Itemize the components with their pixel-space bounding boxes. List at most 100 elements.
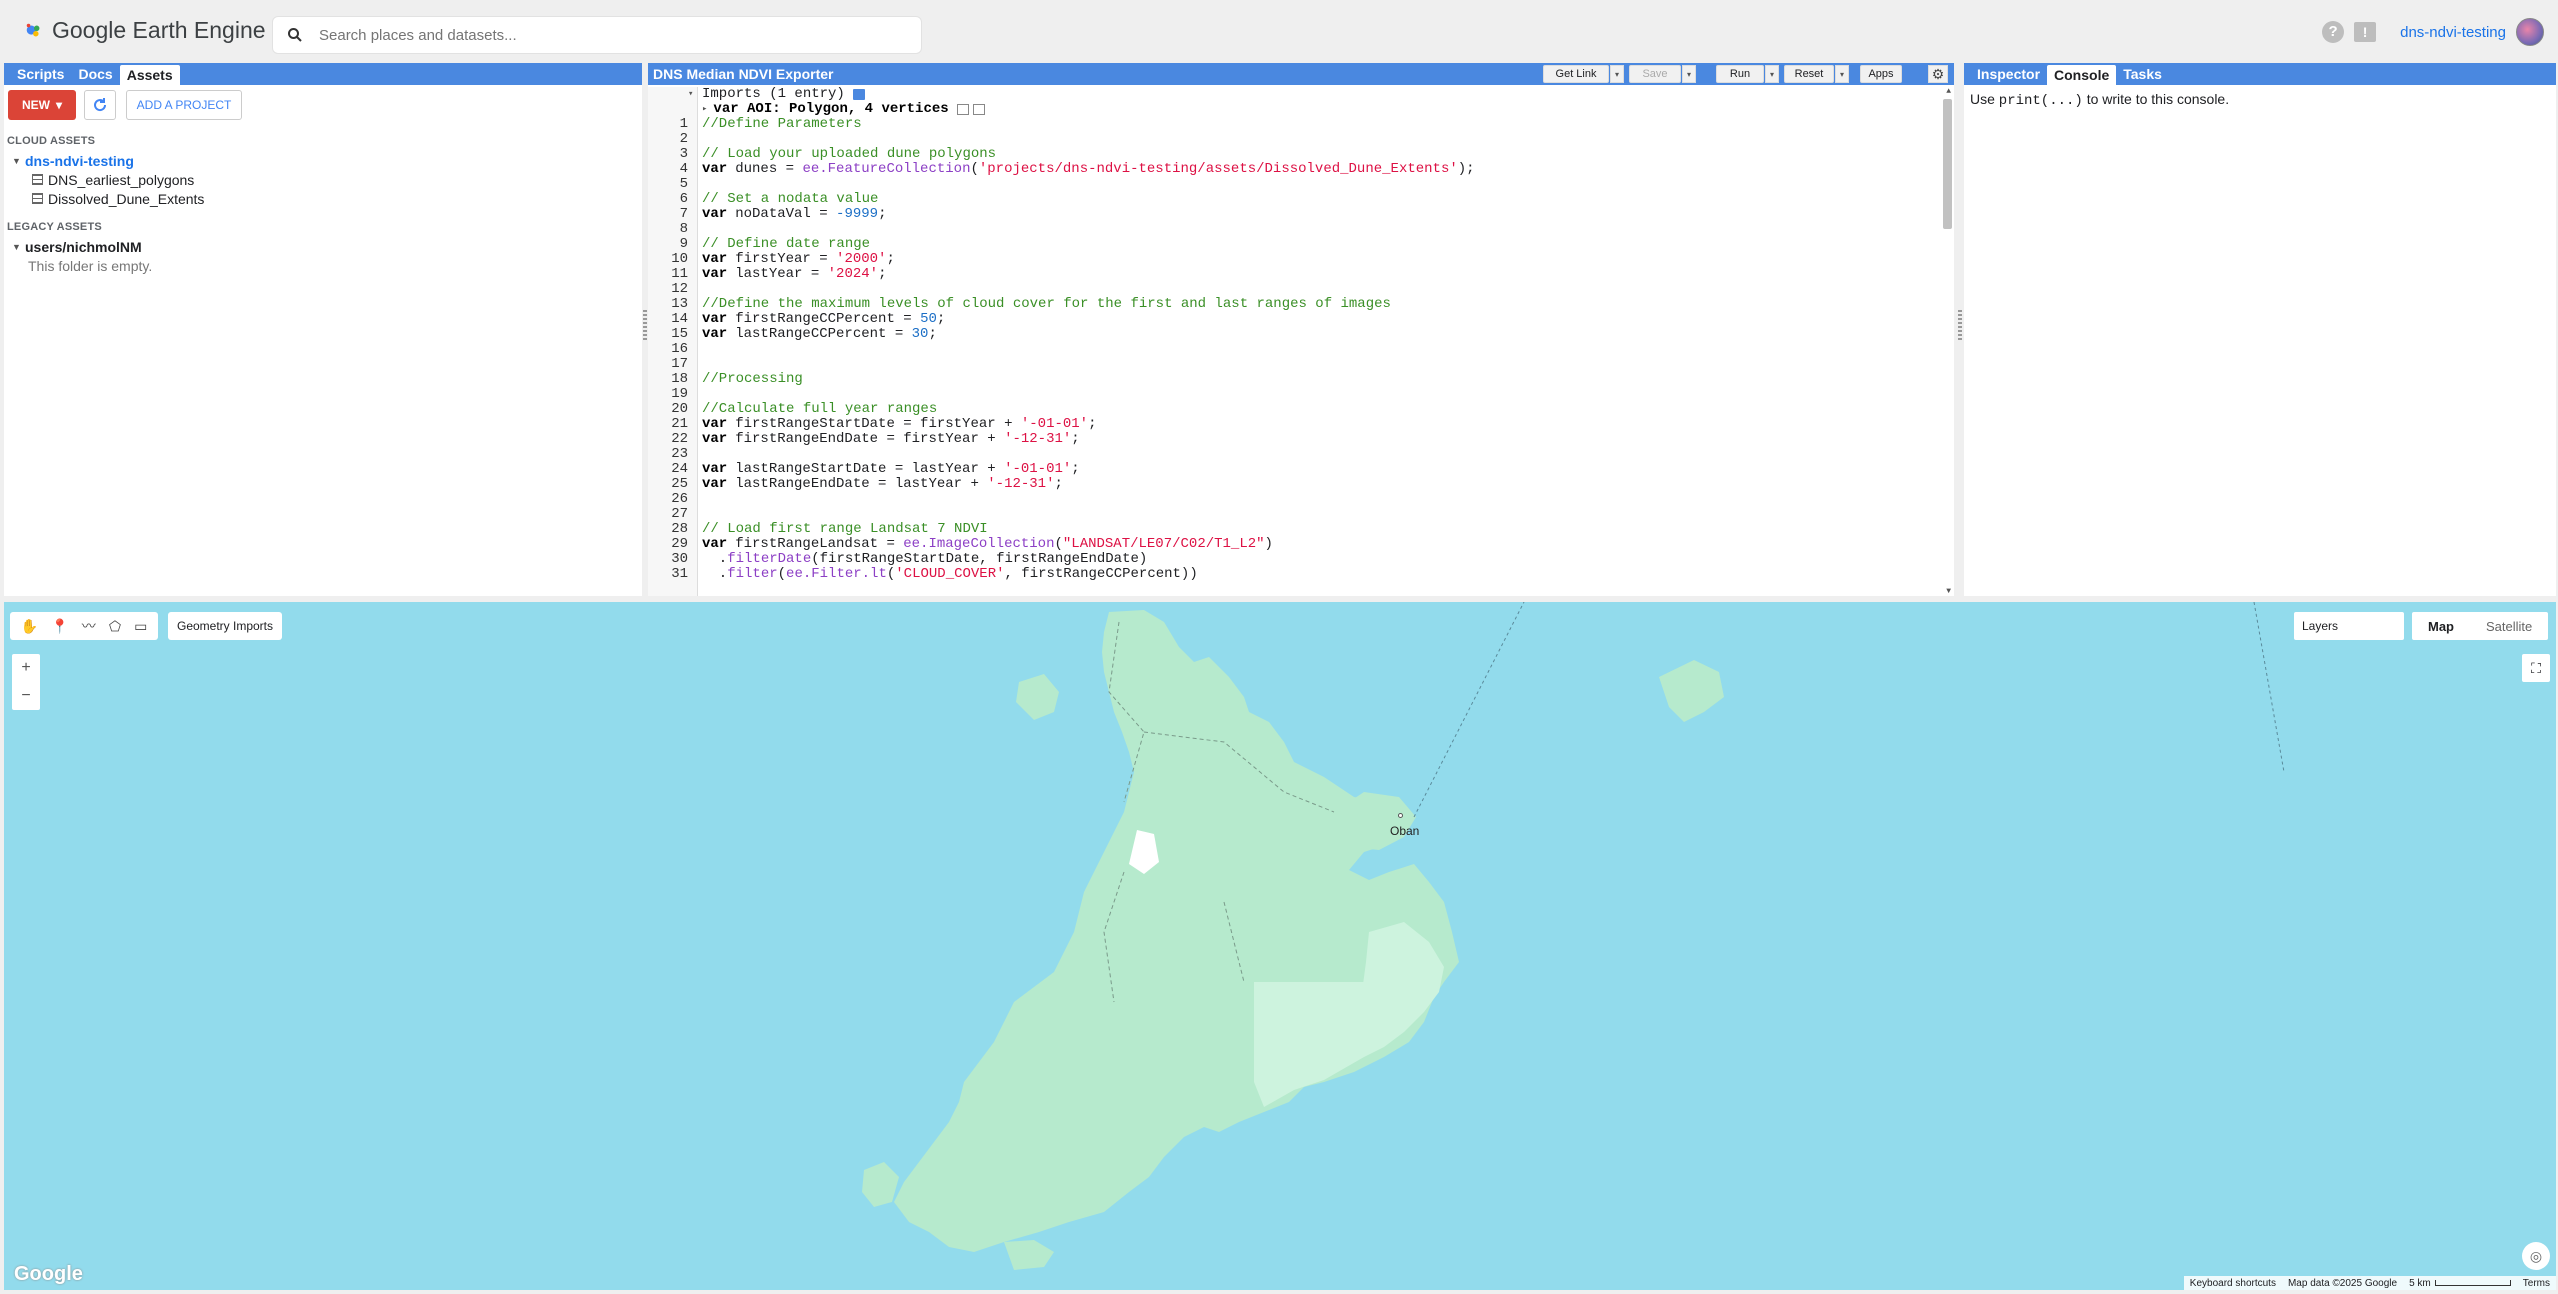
fullscreen-icon[interactable]: ⛶ <box>2522 654 2550 682</box>
code-line[interactable]: 4 var dunes = ee.FeatureCollection('projec… <box>680 162 1938 177</box>
reset-dropdown[interactable]: ▾ <box>1835 65 1849 83</box>
map-view[interactable]: ✋ 📍 〰 ⬠ ▭ Geometry Imports + − Layers Ma… <box>4 602 2556 1290</box>
import-edit-icon[interactable] <box>956 104 969 115</box>
import-var-line[interactable]: ▸ var AOI: Polygon, 4 vertices <box>702 102 1938 117</box>
feedback-icon[interactable]: ! <box>2354 22 2377 42</box>
get-link-button[interactable]: Get Link <box>1543 65 1609 83</box>
code-line[interactable]: 7 var noDataVal = -9999; <box>680 207 1938 222</box>
scroll-up-arrow[interactable]: ▲ <box>1946 87 1951 96</box>
code-line[interactable]: 19 <box>671 387 1938 402</box>
rectangle-icon[interactable]: ▭ <box>134 618 147 635</box>
imports-caret-icon[interactable]: ▾ <box>688 87 693 102</box>
code-line[interactable]: 18 //Processing <box>671 372 1938 387</box>
get-link-dropdown[interactable]: ▾ <box>1610 65 1624 83</box>
keyboard-shortcuts-link[interactable]: Keyboard shortcuts <box>2190 1278 2276 1289</box>
gear-icon[interactable]: ⚙ <box>1928 65 1948 83</box>
code-line[interactable]: 13 //Define the maximum levels of cloud c… <box>671 297 1938 312</box>
pan-hand-icon[interactable]: ✋ <box>21 618 38 635</box>
code-line[interactable]: 31 . filter(ee.Filter.lt('CLOUD_COVER', f… <box>671 566 1938 582</box>
zoom-out-button[interactable]: − <box>12 682 40 710</box>
tab-console[interactable]: Console <box>2047 65 2117 85</box>
code-line[interactable]: 15 var lastRangeCCPercent = 30; <box>671 326 1938 342</box>
help-icon[interactable]: ? <box>2322 21 2345 43</box>
code-line[interactable]: 25 var lastRangeEndDate = lastYear + '-12-… <box>671 476 1938 492</box>
save-button[interactable]: Save <box>1629 65 1681 83</box>
code-line[interactable]: 20 //Calculate full year ranges <box>671 402 1938 417</box>
tab-assets[interactable]: Assets <box>119 65 180 85</box>
apps-button[interactable]: Apps <box>1860 65 1902 83</box>
app-logo[interactable]: Google Earth Engine <box>24 17 266 44</box>
code-line[interactable]: 27 <box>671 507 1938 522</box>
tab-tasks[interactable]: Tasks <box>2116 63 2169 85</box>
terms-link[interactable]: Terms <box>2523 1278 2550 1289</box>
script-title: DNS Median NDVI Exporter <box>653 66 834 82</box>
code-line[interactable]: 23 <box>671 447 1938 462</box>
search-input[interactable] <box>319 26 921 44</box>
import-delete-icon[interactable] <box>972 104 985 115</box>
search-box[interactable] <box>272 16 922 54</box>
code-line[interactable]: 11 var lastYear = '2024'; <box>671 267 1938 282</box>
avatar[interactable] <box>2516 18 2544 46</box>
code-line[interactable]: 2 <box>680 132 1938 147</box>
code-line[interactable]: 6 // Set a nodata value <box>680 191 1938 207</box>
project-selector[interactable]: dns-ndvi-testing <box>2400 24 2506 41</box>
code-line[interactable]: 22 var firstRangeEndDate = firstYear + '-1… <box>671 431 1938 447</box>
run-button[interactable]: Run <box>1716 65 1764 83</box>
panel-splitter-handle[interactable] <box>1958 310 1962 340</box>
code-line[interactable]: 12 <box>671 282 1938 297</box>
code-token: '-01-01' <box>1020 416 1089 432</box>
code-lines[interactable]: ▾ Imports (1 entry) ▸ var AOI: Polygon, … <box>671 87 1938 582</box>
save-dropdown[interactable]: ▾ <box>1682 65 1696 83</box>
code-line[interactable]: 29 var firstRangeLandsat = ee.ImageCollect… <box>671 537 1938 552</box>
reset-button[interactable]: Reset <box>1784 65 1834 83</box>
refresh-button[interactable] <box>84 90 116 120</box>
geometry-imports-button[interactable]: Geometry Imports <box>168 612 282 640</box>
map-type-satellite[interactable]: Satellite <box>2470 612 2548 640</box>
asset-item[interactable]: DNS_earliest_polygons <box>12 170 204 189</box>
code-line[interactable]: 5 <box>680 177 1938 192</box>
add-project-button[interactable]: ADD A PROJECT <box>126 90 242 120</box>
editor-scrollbar[interactable] <box>1943 99 1952 229</box>
code-area[interactable]: ▾ Imports (1 entry) ▸ var AOI: Polygon, … <box>648 87 1954 596</box>
code-line[interactable]: 8 <box>680 222 1938 237</box>
marker-icon[interactable]: 📍 <box>51 618 68 635</box>
tab-inspector[interactable]: Inspector <box>1970 63 2047 85</box>
line-icon[interactable]: 〰 <box>82 616 96 636</box>
code-line[interactable]: 17 <box>671 357 1938 372</box>
layers-button[interactable]: Layers <box>2294 612 2404 640</box>
locate-icon[interactable]: ◎ <box>2522 1242 2550 1270</box>
run-dropdown[interactable]: ▾ <box>1765 65 1779 83</box>
tab-scripts[interactable]: Scripts <box>10 63 71 85</box>
scale-indicator[interactable]: 5 km <box>2409 1278 2511 1289</box>
polygon-icon[interactable]: ⬠ <box>109 618 121 635</box>
scroll-down-arrow[interactable]: ▼ <box>1946 587 1951 596</box>
new-button[interactable]: NEW ▾ <box>8 90 76 120</box>
code-token: ; <box>928 326 937 342</box>
code-line[interactable]: 9 // Define date range <box>680 237 1938 252</box>
imports-show-icon[interactable] <box>852 89 865 100</box>
asset-item[interactable]: Dissolved_Dune_Extents <box>12 189 204 208</box>
code-line[interactable]: 30 . filterDate (firstRangeStartDate, firs… <box>671 552 1938 567</box>
code-token: lastRangeEndDate = lastYear + <box>735 476 988 492</box>
code-line[interactable]: 16 <box>671 342 1938 357</box>
code-token: var <box>702 431 728 447</box>
zoom-in-button[interactable]: + <box>12 654 40 682</box>
code-line[interactable]: 28 // Load first range Landsat 7 NDVI <box>671 522 1938 537</box>
project-folder[interactable]: ▼ dns-ndvi-testing <box>12 151 204 170</box>
code-token: '-12-31' <box>987 476 1055 492</box>
imports-line[interactable]: ▾ Imports (1 entry) <box>688 87 1938 102</box>
code-line[interactable]: 24 var lastRangeStartDate = lastYear + '-0… <box>671 462 1938 477</box>
user-folder[interactable]: ▼ users/nichmolNM <box>12 237 152 256</box>
code-line[interactable]: 21 var firstRangeStartDate = firstYear + '… <box>671 416 1938 432</box>
code-line[interactable]: 1 //Define Parameters <box>680 117 1938 132</box>
code-line[interactable]: 26 <box>671 492 1938 507</box>
import-expand-icon[interactable]: ▸ <box>702 102 707 117</box>
map-type-map[interactable]: Map <box>2412 612 2470 640</box>
code-token: // Set a nodata value <box>702 191 879 207</box>
tab-docs[interactable]: Docs <box>71 63 119 85</box>
code-line[interactable]: 10 var firstYear = '2000'; <box>671 252 1938 267</box>
code-token: filter <box>727 566 778 582</box>
panel-splitter-handle[interactable] <box>643 310 647 340</box>
code-line[interactable]: 14 var firstRangeCCPercent = 50; <box>671 312 1938 327</box>
code-line[interactable]: 3 // Load your uploaded dune polygons <box>680 147 1938 162</box>
